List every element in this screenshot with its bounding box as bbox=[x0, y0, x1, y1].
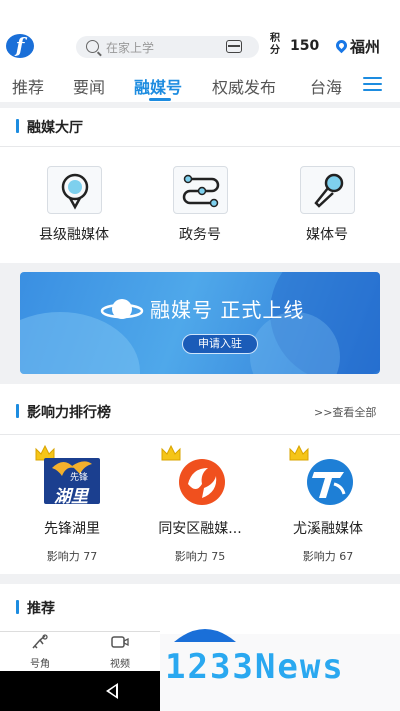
category-media[interactable]: 媒体号 bbox=[272, 166, 382, 244]
huli-logo: 先锋 湖里 bbox=[44, 454, 100, 507]
ranking-score: 影响力 67 bbox=[302, 550, 354, 563]
search-icon bbox=[86, 40, 99, 53]
location-city[interactable]: 福州 bbox=[350, 36, 380, 57]
system-nav-bar bbox=[0, 671, 160, 711]
promo-banner[interactable]: 融媒号 正式上线 申请入驻 bbox=[20, 272, 380, 374]
tab-straits[interactable]: 台海 bbox=[310, 74, 342, 98]
search-bar[interactable]: 在家上学 bbox=[76, 36, 259, 58]
media-hall-section: 融媒大厅 县级融媒体 政务号 媒体号 bbox=[0, 108, 400, 263]
section-divider bbox=[0, 146, 400, 147]
tab-headlines[interactable]: 要闻 bbox=[73, 74, 105, 98]
category-label: 政务号 bbox=[179, 227, 221, 243]
tab-recommend[interactable]: 推荐 bbox=[12, 74, 44, 98]
points-label: 积分 bbox=[270, 33, 280, 56]
app-logo-icon bbox=[174, 629, 236, 642]
section-divider bbox=[0, 434, 400, 435]
section-marker bbox=[16, 119, 19, 133]
category-label: 媒体号 bbox=[306, 227, 348, 243]
scan-icon[interactable] bbox=[226, 40, 242, 53]
nav-horn[interactable]: 号角 bbox=[20, 634, 60, 670]
youxi-logo bbox=[300, 454, 356, 506]
apply-join-button[interactable]: 申请入驻 bbox=[182, 334, 258, 354]
section-marker bbox=[16, 404, 19, 418]
horn-icon bbox=[32, 634, 48, 649]
video-icon bbox=[111, 636, 129, 648]
tab-rongmeihao[interactable]: 融媒号 bbox=[134, 74, 182, 98]
category-label: 县级融媒体 bbox=[39, 227, 109, 243]
ranking-name: 尤溪融媒体 bbox=[293, 521, 363, 537]
view-all-link[interactable]: >>查看全部 bbox=[314, 404, 376, 420]
ranking-item[interactable]: 先锋 湖里 先锋湖里 影响力 77 bbox=[12, 444, 132, 564]
logo-text: 湖里 bbox=[54, 487, 88, 507]
watermark-text: 1233News bbox=[165, 647, 345, 687]
route-nodes-icon bbox=[172, 166, 228, 214]
nav-label: 视频 bbox=[110, 659, 130, 670]
nav-video[interactable]: 视频 bbox=[100, 634, 140, 670]
section-title: 推荐 bbox=[27, 601, 55, 617]
search-placeholder: 在家上学 bbox=[106, 41, 155, 55]
ranking-score: 影响力 77 bbox=[46, 550, 98, 563]
banner-title: 融媒号 正式上线 bbox=[150, 298, 305, 322]
top-bar: f 在家上学 积分 150 福州 bbox=[0, 0, 400, 68]
ranking-item[interactable]: 同安区融媒... 影响力 75 bbox=[140, 444, 260, 564]
ranking-name: 先锋湖里 bbox=[44, 521, 100, 537]
section-title: 融媒大厅 bbox=[27, 120, 83, 136]
tongan-logo bbox=[172, 454, 228, 506]
planet-icon bbox=[100, 299, 144, 319]
app-logo[interactable]: f bbox=[6, 34, 34, 58]
microphone-icon bbox=[299, 166, 355, 214]
nav-label: 号角 bbox=[30, 659, 50, 670]
active-tab-indicator bbox=[149, 98, 171, 101]
category-county-media[interactable]: 县级融媒体 bbox=[19, 166, 129, 244]
channel-tabs: 推荐 要闻 融媒号 权威发布 台海 bbox=[0, 68, 400, 102]
ranking-name: 同安区融媒... bbox=[158, 521, 242, 537]
back-icon[interactable] bbox=[106, 683, 118, 699]
channel-menu-icon[interactable] bbox=[363, 77, 382, 92]
tab-official-release[interactable]: 权威发布 bbox=[212, 74, 276, 98]
points-value[interactable]: 150 bbox=[290, 38, 319, 54]
influence-ranking-section: 影响力排行榜 >>查看全部 先锋 湖里 先锋湖里 影响力 77 同安区融媒...… bbox=[0, 384, 400, 574]
section-marker bbox=[16, 600, 19, 614]
ranking-score: 影响力 75 bbox=[174, 550, 226, 563]
bottom-nav: 号角 视频 bbox=[0, 631, 160, 671]
category-government[interactable]: 政务号 bbox=[145, 166, 255, 244]
section-title: 影响力排行榜 bbox=[27, 405, 111, 421]
location-pin-icon bbox=[46, 166, 102, 214]
location-pin-icon bbox=[333, 37, 350, 54]
ranking-item[interactable]: 尤溪融媒体 影响力 67 bbox=[268, 444, 388, 564]
